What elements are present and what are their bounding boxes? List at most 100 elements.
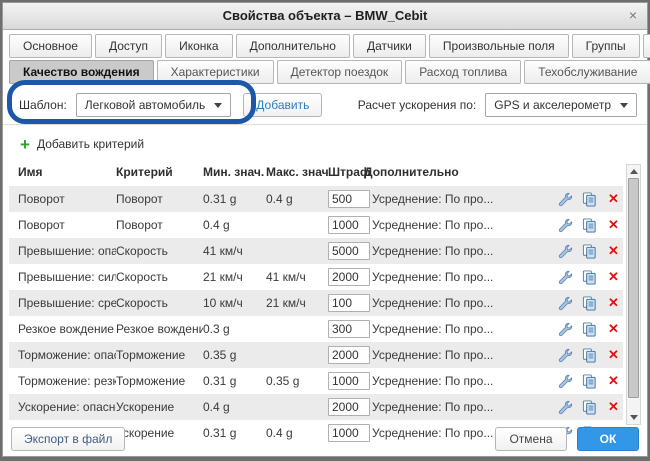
acceleration-select-value: GPS и акселерометр — [494, 98, 611, 112]
settings-wrench-icon[interactable] — [558, 296, 573, 311]
penalty-input[interactable] — [328, 320, 370, 338]
tab-komandy[interactable]: Команды — [643, 34, 650, 58]
ok-button[interactable]: ОК — [577, 427, 639, 451]
tab-osnovnoe[interactable]: Основное — [9, 34, 92, 58]
cell-name: Резкое вождение — [18, 322, 116, 336]
settings-wrench-icon[interactable] — [558, 244, 573, 259]
cell-additional: Усреднение: По про... — [372, 218, 558, 232]
settings-wrench-icon[interactable] — [558, 348, 573, 363]
row-actions: ✕ — [558, 218, 623, 233]
tab-proizvolnye-polya[interactable]: Произвольные поля — [429, 34, 569, 58]
cell-criterion: Скорость — [116, 270, 203, 284]
tab-raskhod-topliva[interactable]: Расход топлива — [405, 60, 521, 84]
copy-icon[interactable] — [582, 192, 597, 207]
copy-icon[interactable] — [582, 218, 597, 233]
cell-max: 21 км/ч — [266, 296, 328, 310]
settings-wrench-icon[interactable] — [558, 192, 573, 207]
delete-icon[interactable]: ✕ — [606, 218, 621, 233]
delete-icon[interactable]: ✕ — [606, 244, 621, 259]
scrollbar-thumb[interactable] — [628, 178, 639, 398]
cell-min: 0.31 g — [203, 192, 266, 206]
copy-icon[interactable] — [582, 400, 597, 415]
copy-icon[interactable] — [582, 244, 597, 259]
penalty-input[interactable] — [328, 216, 370, 234]
copy-icon[interactable] — [582, 270, 597, 285]
tab-datchiki[interactable]: Датчики — [353, 34, 426, 58]
penalty-input[interactable] — [328, 190, 370, 208]
table-scrollbar[interactable] — [626, 164, 641, 425]
delete-icon[interactable]: ✕ — [606, 270, 621, 285]
cell-min: 0.35 g — [203, 348, 266, 362]
settings-wrench-icon[interactable] — [558, 270, 573, 285]
add-criterion-label: Добавить критерий — [37, 137, 144, 151]
tab-ikonka[interactable]: Иконка — [165, 34, 233, 58]
delete-icon[interactable]: ✕ — [606, 322, 621, 337]
settings-wrench-icon[interactable] — [558, 400, 573, 415]
cell-criterion: Торможение — [116, 348, 203, 362]
chevron-down-icon — [620, 103, 628, 108]
acceleration-select[interactable]: GPS и акселерометр — [485, 93, 637, 117]
cancel-button[interactable]: Отмена — [495, 427, 567, 451]
table-row: Поворот Поворот 0.31 g 0.4 g Усреднение:… — [9, 186, 623, 212]
settings-wrench-icon[interactable] — [558, 374, 573, 389]
cell-min: 0.3 g — [203, 322, 266, 336]
add-template-button[interactable]: Добавить — [243, 93, 322, 117]
penalty-input[interactable] — [328, 242, 370, 260]
cell-additional: Усреднение: По про... — [372, 374, 558, 388]
tab-tekhobsluzhivanie[interactable]: Техобслуживание — [524, 60, 650, 84]
delete-icon[interactable]: ✕ — [606, 192, 621, 207]
table-row: Торможение: опасное Торможение 0.35 g Ус… — [9, 342, 623, 368]
cell-name: Превышение: среднее — [18, 296, 116, 310]
copy-icon[interactable] — [582, 374, 597, 389]
tab-dostup[interactable]: Доступ — [95, 34, 162, 58]
tab-detektor-poezdok[interactable]: Детектор поездок — [277, 60, 403, 84]
penalty-input[interactable] — [328, 372, 370, 390]
copy-icon[interactable] — [582, 322, 597, 337]
row-actions: ✕ — [558, 374, 623, 389]
cell-name: Превышение: опасное — [18, 244, 116, 258]
penalty-input[interactable] — [328, 294, 370, 312]
penalty-input[interactable] — [328, 268, 370, 286]
titlebar: Свойства объекта – BMW_Cebit × — [3, 3, 647, 30]
tab-kharakteristiki[interactable]: Характеристики — [157, 60, 274, 84]
cell-min: 0.4 g — [203, 400, 266, 414]
settings-wrench-icon[interactable] — [558, 218, 573, 233]
export-to-file-button[interactable]: Экспорт в файл — [11, 427, 125, 451]
penalty-input[interactable] — [328, 346, 370, 364]
close-icon[interactable]: × — [629, 8, 637, 22]
penalty-input[interactable] — [328, 398, 370, 416]
cell-name: Поворот — [18, 192, 116, 206]
table-row: Поворот Поворот 0.4 g Усреднение: По про… — [9, 212, 623, 238]
tab-bars: Основное Доступ Иконка Дополнительно Дат… — [3, 30, 647, 84]
header-max: Макс. знач. — [266, 165, 328, 179]
tab-dopolnitelno[interactable]: Дополнительно — [236, 34, 350, 58]
delete-icon[interactable]: ✕ — [606, 400, 621, 415]
copy-icon[interactable] — [582, 348, 597, 363]
tab-row-secondary: Качество вождения Характеристики Детекто… — [9, 60, 641, 84]
add-criterion-link[interactable]: + Добавить критерий — [3, 125, 647, 154]
header-additional: Дополнительно — [364, 165, 623, 179]
plus-icon: + — [20, 137, 30, 152]
delete-icon[interactable]: ✕ — [606, 296, 621, 311]
template-toolbar: Шаблон: Легковой автомобиль Добавить Рас… — [3, 86, 647, 125]
scroll-up-icon[interactable] — [627, 165, 640, 178]
copy-icon[interactable] — [582, 296, 597, 311]
chevron-down-icon — [214, 103, 222, 108]
delete-icon[interactable]: ✕ — [606, 348, 621, 363]
template-select-value: Легковой автомобиль — [85, 98, 206, 112]
table-row: Резкое вождение Резкое вождение 0.3 g Ус… — [9, 316, 623, 342]
footer: Экспорт в файл Отмена ОК — [3, 422, 647, 456]
cell-criterion: Поворот — [116, 218, 203, 232]
delete-icon[interactable]: ✕ — [606, 374, 621, 389]
cell-min: 0.31 g — [203, 374, 266, 388]
cell-additional: Усреднение: По про... — [372, 400, 558, 414]
tab-gruppy[interactable]: Группы — [572, 34, 640, 58]
row-actions: ✕ — [558, 244, 623, 259]
cell-additional: Усреднение: По про... — [372, 244, 558, 258]
tab-kachestvo-vozhdeniya[interactable]: Качество вождения — [9, 60, 154, 84]
cell-additional: Усреднение: По про... — [372, 322, 558, 336]
dialog-title: Свойства объекта – BMW_Cebit — [3, 3, 647, 29]
cell-max: 0.35 g — [266, 374, 328, 388]
settings-wrench-icon[interactable] — [558, 322, 573, 337]
template-select[interactable]: Легковой автомобиль — [76, 93, 232, 117]
